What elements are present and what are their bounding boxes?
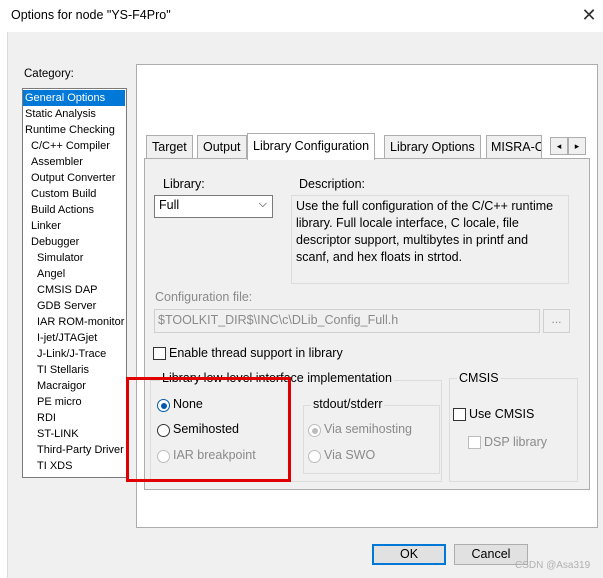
thread-support-label: Enable thread support in library [169,346,343,360]
radio-via-semihosting-label: Via semihosting [324,422,413,436]
cmsis-title: CMSIS [457,371,501,385]
description-text: Use the full configuration of the C/C++ … [296,199,554,264]
use-cmsis-checkbox[interactable] [453,408,466,421]
annotation-highlight-box [126,377,291,482]
library-select-value: Full [159,198,180,212]
dsp-library-checkbox [468,436,481,449]
config-file-label: Configuration file: [155,290,253,304]
options-dialog: Options for node "YS-F4Pro" ✕ Category: … [0,0,603,578]
dsp-library-label: DSP library [484,435,547,449]
library-label: Library: [163,177,205,191]
description-box: Use the full configuration of the C/C++ … [291,195,569,284]
thread-support-checkbox[interactable] [153,347,166,360]
config-file-value: $TOOLKIT_DIR$\INC\c\DLib_Config_Full.h [158,313,399,327]
library-select[interactable]: Full ⌵ [154,195,273,218]
chevron-down-icon: ⌵ [258,198,267,210]
cmsis-group [449,378,578,482]
stdout-title: stdout/stderr [311,397,385,411]
config-file-browse-button: ... [543,309,570,333]
radio-via-swo-label: Via SWO [324,448,376,462]
stdout-group [303,405,440,474]
use-cmsis-label: Use CMSIS [469,407,535,421]
radio-via-swo [308,450,321,463]
radio-via-semihosting [308,424,321,437]
config-file-field: $TOOLKIT_DIR$\INC\c\DLib_Config_Full.h [154,309,540,333]
description-label: Description: [299,177,365,191]
